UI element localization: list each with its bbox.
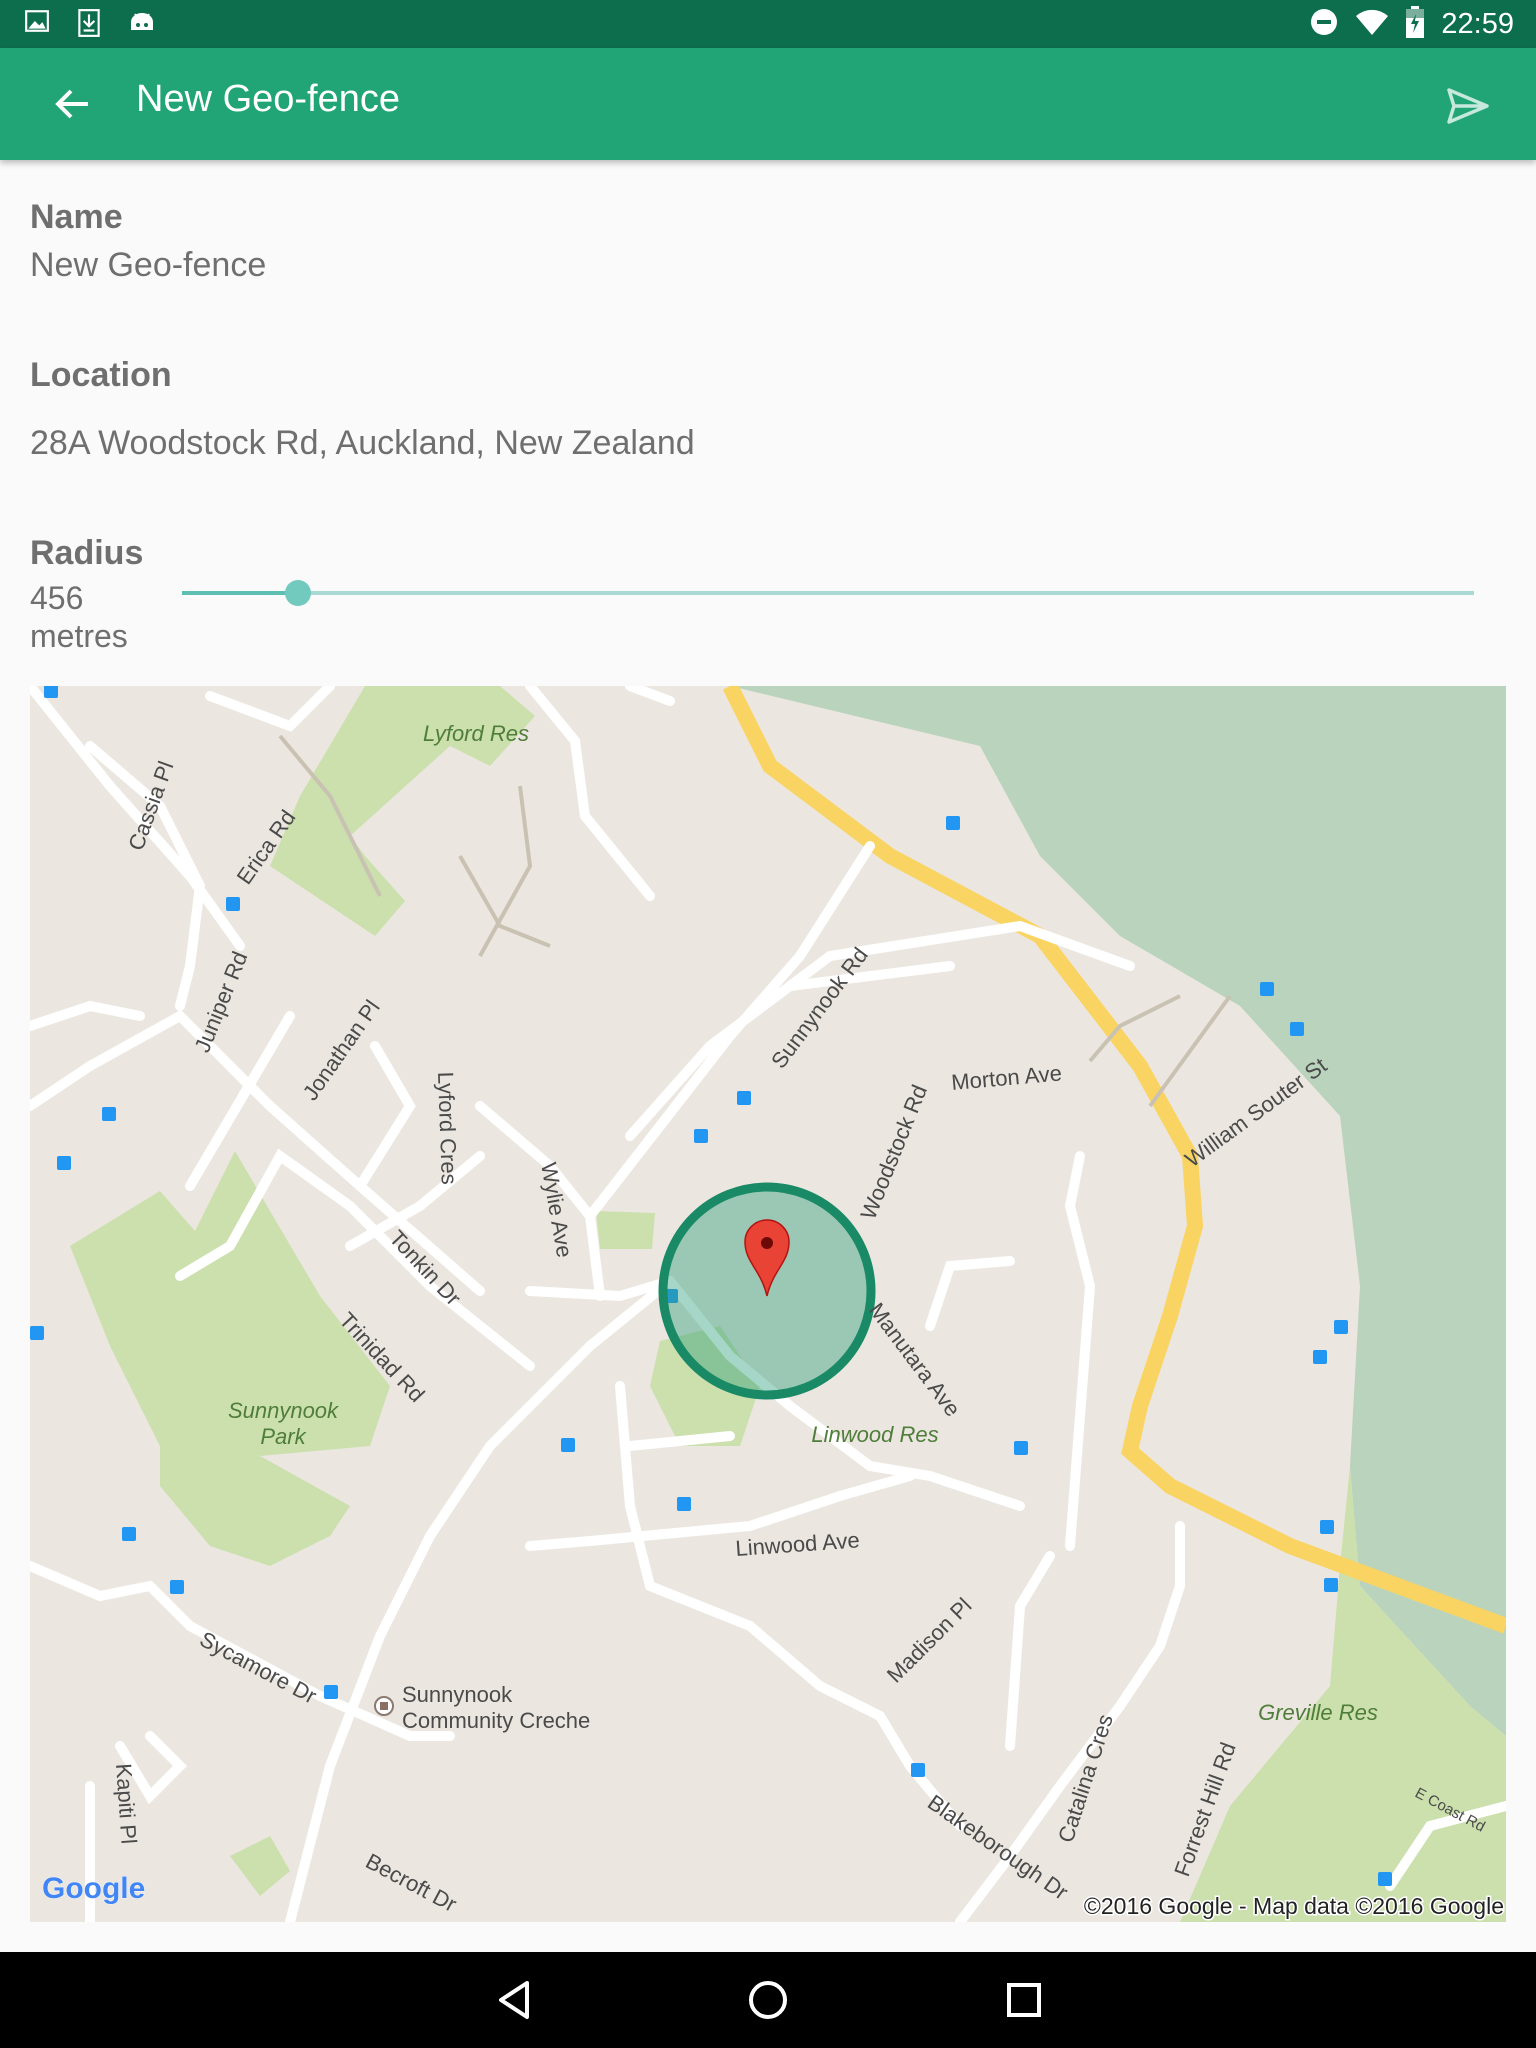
map-label-creche-1: Sunnynook <box>402 1682 513 1707</box>
arrow-back-icon <box>55 89 88 119</box>
battery-charging-icon <box>1405 6 1425 43</box>
map-label-sunnynook-park-2: Park <box>260 1424 306 1449</box>
map-label-linwood-ave: Linwood Ave <box>735 1527 861 1561</box>
location-label: Location <box>30 356 172 394</box>
status-bar-notifications <box>24 8 156 43</box>
system-nav-bar <box>0 1952 1536 2048</box>
status-time: 22:59 <box>1441 8 1514 40</box>
map-label-manutara-ave: Manutara Ave <box>864 1298 965 1421</box>
send-button[interactable] <box>1438 78 1498 134</box>
android-icon <box>128 8 156 43</box>
park-bottom <box>230 1836 290 1896</box>
app-bar: New Geo-fence <box>0 48 1536 160</box>
map-label-creche-2: Community Creche <box>402 1708 590 1733</box>
radius-slider[interactable] <box>182 578 1474 608</box>
nav-home-icon <box>749 1981 787 2019</box>
page-title: New Geo-fence <box>136 78 401 120</box>
slider-fill <box>182 591 299 595</box>
download-icon <box>76 8 102 43</box>
map-label-sunnynook-park-1: Sunnynook <box>228 1398 339 1423</box>
map-attribution: ©2016 Google - Map data ©2016 Google <box>1084 1893 1504 1919</box>
map-label-william-souter-st: William Souter St <box>1180 1053 1331 1172</box>
map-label-woodstock-rd: Woodstock Rd <box>855 1081 932 1223</box>
status-bar-system: 22:59 <box>1309 6 1514 43</box>
map-label-lyford-cres: Lyford Cres <box>433 1071 462 1185</box>
do-not-disturb-icon <box>1309 7 1339 42</box>
status-bar: 22:59 <box>0 0 1536 48</box>
nav-recents-icon <box>1007 1983 1041 2017</box>
slider-track <box>182 591 1474 595</box>
map-view[interactable]: Lyford Res Sunnynook Park Linwood Res Gr… <box>30 686 1506 1922</box>
map-label-becroft-dr: Becroft Dr <box>362 1848 461 1917</box>
map-label-greville-res: Greville Res <box>1258 1700 1378 1725</box>
map-label-juniper-rd: Juniper Rd <box>189 948 252 1056</box>
location-field[interactable]: 28A Woodstock Rd, Auckland, New Zealand <box>30 424 695 463</box>
radius-value: 456 <box>30 580 84 616</box>
image-icon <box>24 8 50 43</box>
google-logo: Google <box>42 1872 145 1905</box>
nav-back-icon <box>499 1981 529 2019</box>
map-label-madison-pl: Madison Pl <box>882 1593 977 1688</box>
map-label-linwood-res: Linwood Res <box>811 1422 938 1447</box>
park-sunnynook-2 <box>160 1446 350 1566</box>
slider-thumb[interactable] <box>285 580 312 606</box>
name-field[interactable]: New Geo-fence <box>30 246 266 285</box>
back-button[interactable] <box>44 80 100 128</box>
nav-home-button[interactable] <box>738 1970 798 2030</box>
map-label-morton-ave: Morton Ave <box>950 1060 1063 1095</box>
map-label-lyford-res: Lyford Res <box>423 721 529 746</box>
wifi-icon <box>1355 8 1389 41</box>
nav-back-button[interactable] <box>484 1970 544 2030</box>
name-label: Name <box>30 198 123 236</box>
map-label-sycamore-dr: Sycamore Dr <box>196 1626 321 1708</box>
nav-recents-button[interactable] <box>994 1970 1054 2030</box>
park-small <box>596 1211 655 1249</box>
map-label-wylie-ave: Wylie Ave <box>536 1161 577 1260</box>
radius-label: Radius <box>30 534 144 572</box>
map-label-kapiti-pl: Kapiti Pl <box>111 1763 142 1845</box>
send-icon <box>1447 88 1489 124</box>
radius-unit: metres <box>30 618 128 654</box>
